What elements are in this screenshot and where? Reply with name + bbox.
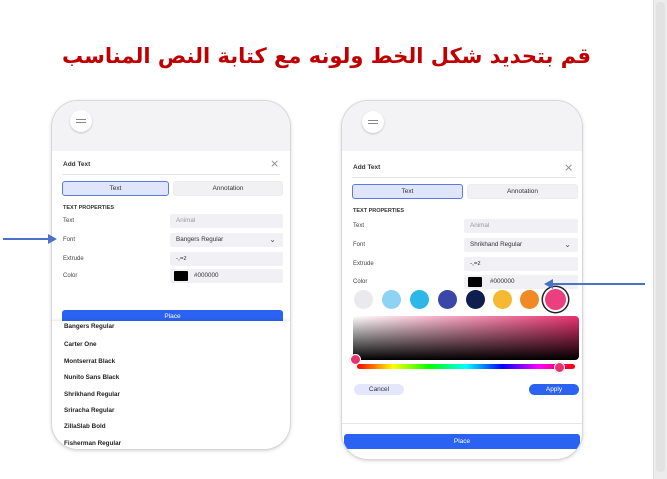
font-option[interactable]: Fisherman Regular: [64, 440, 121, 447]
font-option[interactable]: Shrikhand Regular: [64, 391, 120, 398]
phone-screenshot-font: Add Text × Text Annotation TEXT PROPERTI…: [52, 101, 290, 449]
color-option-selected[interactable]: [545, 289, 566, 310]
instruction-heading: قم بتحديد شكل الخط ولونه مع كتابة النص ا…: [62, 44, 591, 68]
tab-text[interactable]: Text: [352, 184, 463, 199]
text-input[interactable]: Animal: [170, 214, 283, 228]
font-select[interactable]: Bangers Regular ⌄: [170, 233, 283, 247]
color-gradient-picker[interactable]: [353, 316, 579, 360]
cancel-button[interactable]: Cancel: [354, 384, 404, 395]
color-option[interactable]: [466, 290, 485, 309]
color-option[interactable]: [410, 290, 429, 309]
panel-title: Add Text: [63, 161, 91, 168]
pointer-arrow-font: [3, 234, 57, 244]
divider: [62, 174, 280, 175]
color-label: Color: [63, 273, 78, 279]
text-label: Text: [63, 218, 75, 224]
scrollbar-thumb[interactable]: [656, 2, 665, 472]
divider: [352, 177, 576, 178]
color-label: Color: [353, 279, 368, 285]
color-swatch[interactable]: [174, 271, 188, 281]
hue-slider-handle[interactable]: [554, 362, 565, 373]
font-label: Font: [63, 237, 76, 243]
font-select-value: Shrikhand Regular: [470, 241, 523, 248]
extrude-input[interactable]: -,=z: [170, 252, 283, 266]
chevron-down-icon: ⌄: [564, 240, 571, 249]
color-input[interactable]: #000000: [464, 275, 578, 289]
tab-annotation[interactable]: Annotation: [467, 184, 578, 199]
font-dropdown-list: Bangers Regular Carter One Montserrat Bl…: [52, 321, 290, 449]
color-option[interactable]: [520, 290, 539, 309]
font-option[interactable]: Nunito Sans Black: [64, 374, 119, 381]
menu-icon[interactable]: [70, 110, 92, 132]
extrude-label: Extrude: [353, 261, 374, 267]
section-heading: TEXT PROPERTIES: [353, 208, 405, 214]
color-option[interactable]: [382, 290, 401, 309]
panel-title: Add Text: [353, 164, 381, 171]
place-button[interactable]: Place: [344, 434, 580, 449]
phone-top-area: [52, 101, 290, 151]
extrude-input[interactable]: -,=z: [464, 257, 578, 271]
color-value: #000000: [490, 278, 515, 285]
font-option[interactable]: Carter One: [64, 341, 97, 348]
divider: [342, 423, 582, 424]
color-option[interactable]: [354, 290, 373, 309]
font-option[interactable]: Bangers Regular: [64, 323, 114, 330]
color-value: #000000: [194, 272, 219, 279]
apply-button[interactable]: Apply: [529, 384, 579, 395]
tab-annotation[interactable]: Annotation: [173, 181, 283, 196]
close-icon[interactable]: ×: [564, 161, 573, 174]
color-swatch[interactable]: [468, 277, 482, 287]
extrude-label: Extrude: [63, 256, 84, 262]
hue-slider[interactable]: [357, 364, 575, 369]
text-input[interactable]: Animal: [464, 219, 578, 233]
phone-top-area: [342, 101, 582, 151]
menu-icon[interactable]: [362, 111, 384, 133]
tab-text[interactable]: Text: [62, 181, 169, 196]
close-icon[interactable]: ×: [270, 157, 279, 170]
color-option[interactable]: [438, 290, 457, 309]
font-select[interactable]: Shrikhand Regular ⌄: [464, 238, 578, 252]
font-option[interactable]: Sriracha Regular: [64, 407, 114, 414]
color-option[interactable]: [493, 290, 512, 309]
font-select-value: Bangers Regular: [176, 236, 224, 243]
font-label: Font: [353, 242, 366, 248]
chevron-down-icon: ⌄: [269, 235, 276, 244]
text-label: Text: [353, 223, 365, 229]
color-input[interactable]: #000000: [170, 269, 283, 283]
font-option[interactable]: Montserrat Black: [64, 358, 115, 365]
pointer-arrow-color: [544, 279, 645, 289]
page-scrollbar[interactable]: [653, 0, 667, 479]
section-heading: TEXT PROPERTIES: [63, 205, 115, 211]
font-option[interactable]: ZillaSlab Bold: [64, 423, 106, 430]
